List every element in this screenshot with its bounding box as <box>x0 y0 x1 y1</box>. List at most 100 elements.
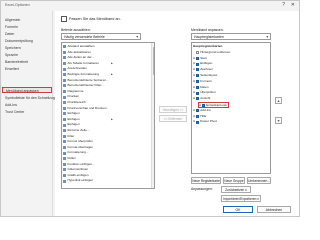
help-button[interactable]: ? <box>282 2 285 8</box>
sidebar-item-allgemein[interactable]: Allgemein <box>5 17 51 23</box>
ok-button[interactable]: OK <box>223 206 253 213</box>
ribbon-tree[interactable]: Hauptregisterkarten Hintergrund entferne… <box>191 42 271 174</box>
remove-button[interactable]: << Entfernen <box>159 115 187 122</box>
command-icon <box>63 123 66 127</box>
command-icon <box>63 56 66 60</box>
sidebar-item-daten[interactable]: Daten <box>5 31 51 37</box>
command-icon <box>63 157 66 161</box>
tree-item[interactable]: ⊞ Zeichnen <box>193 67 213 73</box>
command-icon <box>63 140 66 144</box>
ribbon-dropdown[interactable]: Hauptregisterkarten ▼ <box>191 33 271 40</box>
sidebar-item-formeln[interactable]: Formeln <box>5 24 51 30</box>
command-icon <box>63 45 66 49</box>
list-item[interactable]: Hyperlink einfügen <box>63 178 93 184</box>
checkbox[interactable] <box>196 114 199 118</box>
tree-item[interactable]: ⊞ Daten <box>193 85 208 91</box>
new-group-button[interactable]: Neue Gruppe <box>223 177 245 184</box>
sidebar-item-add-ins[interactable]: Add-Ins <box>5 102 51 108</box>
tree-item[interactable]: ⊞ Power Pivot <box>193 119 217 125</box>
checkbox[interactable] <box>196 62 199 66</box>
tree-item[interactable]: ⊞ Hilfe <box>193 114 206 120</box>
customizations-label: Anpassungen: <box>191 187 213 191</box>
move-down-button[interactable]: ▼ <box>275 117 282 124</box>
checkbox[interactable] <box>196 97 199 101</box>
command-icon <box>63 73 66 77</box>
command-icon <box>63 118 66 122</box>
sidebar-item-dokumentpruefung[interactable]: Dokumentprüfung <box>5 38 51 44</box>
reset-dropdown[interactable]: Zurücksetzen ▾ <box>221 186 251 193</box>
checkbox[interactable] <box>196 56 199 60</box>
command-icon <box>63 168 66 172</box>
tree-item-entwicklertools[interactable]: ⊞ Entwicklertools <box>198 102 229 108</box>
page-title: Passen Sie das Menüband an. <box>69 17 121 21</box>
options-sidebar: Allgemein Formeln Daten Dokumentprüfung … <box>1 11 59 216</box>
add-button[interactable]: Hinzufügen >> <box>159 106 187 113</box>
reset-label: Zurücksetzen <box>225 188 245 192</box>
tree-item[interactable]: ⊞ Seitenlayout <box>193 73 217 79</box>
command-icon <box>63 90 66 94</box>
command-icon <box>63 62 66 66</box>
new-tab-button[interactable]: Neue Registerkarte <box>191 177 221 184</box>
sidebar-item-trust-center[interactable]: Trust Center <box>5 109 51 115</box>
command-icon <box>63 78 66 82</box>
ribbon-label: Menüband anpassen: <box>191 28 224 32</box>
ribbon-icon <box>61 16 67 22</box>
chevron-down-icon: ▼ <box>265 35 269 39</box>
commands-dropdown-value: Häufig verwendete Befehle <box>64 35 105 39</box>
tree-item[interactable]: Hintergrund entfernen <box>193 50 230 56</box>
import-export-label: Importieren/Exportieren <box>223 197 257 201</box>
command-icon <box>63 95 66 99</box>
ribbon-dropdown-value: Hauptregisterkarten <box>194 35 224 39</box>
checkbox[interactable] <box>196 109 199 113</box>
commands-label: Befehle auswählen: <box>61 28 91 32</box>
sidebar-item-barrierefreiheit[interactable]: Barrierefreiheit <box>5 59 51 65</box>
import-export-dropdown[interactable]: Importieren/Exportieren ▾ <box>221 195 261 202</box>
command-icon <box>63 101 66 105</box>
command-icon <box>63 112 66 116</box>
command-icon <box>63 106 66 110</box>
command-icon <box>63 134 66 138</box>
checkbox[interactable] <box>196 51 199 55</box>
sidebar-item-menueband-anpassen[interactable]: Menüband anpassen <box>2 87 52 93</box>
tree-item[interactable]: ⊞ Formeln <box>193 79 212 85</box>
title-bar: Excel-Optionen ? ✕ <box>1 1 299 10</box>
command-icon <box>63 67 66 71</box>
sidebar-item-erweitert[interactable]: Erweitert <box>5 66 51 72</box>
commands-list[interactable]: Abstand auswählen Alle aktualisieren All… <box>61 42 155 189</box>
sidebar-item-schnellzugriff[interactable]: Symbolleiste für den Schnellzugriff <box>5 95 59 101</box>
sidebar-item-sprache[interactable]: Sprache <box>5 52 51 58</box>
sidebar-item-speichern[interactable]: Speichern <box>5 45 51 51</box>
chevron-right-icon: ▶ <box>111 73 113 76</box>
command-icon <box>63 84 66 88</box>
command-icon <box>63 129 66 133</box>
tree-item[interactable]: ⊞ Überprüfen <box>193 90 216 96</box>
checkbox[interactable] <box>196 85 199 89</box>
commands-dropdown[interactable]: Häufig verwendete Befehle ▼ <box>61 33 141 40</box>
checkbox[interactable] <box>196 120 199 124</box>
cancel-button[interactable]: Abbrechen <box>257 206 291 213</box>
rename-button[interactable]: Umbenennen... <box>247 177 271 184</box>
command-icon <box>63 174 66 178</box>
command-icon <box>63 162 66 166</box>
commands-scrollbar[interactable] <box>151 43 154 188</box>
checkbox[interactable] <box>196 74 199 78</box>
move-up-button[interactable]: ▲ <box>275 97 282 104</box>
chevron-down-icon: ▼ <box>135 35 139 39</box>
command-icon <box>63 151 66 155</box>
command-icon <box>63 146 66 150</box>
checkbox[interactable] <box>196 80 199 84</box>
tree-item[interactable]: ⊞ Start <box>193 56 207 62</box>
window-title: Excel-Optionen <box>5 3 30 7</box>
chevron-right-icon: ▶ <box>111 117 113 121</box>
chevron-right-icon: ▶ <box>111 61 113 65</box>
customize-ribbon-panel: Passen Sie das Menüband an. Befehle ausw… <box>55 11 299 216</box>
checkbox[interactable] <box>196 68 199 72</box>
checkbox[interactable] <box>196 91 199 95</box>
tree-header: Hauptregisterkarten <box>193 44 223 48</box>
options-window: Excel-Optionen ? ✕ Allgemein Formeln Dat… <box>0 0 300 217</box>
close-button[interactable]: ✕ <box>291 2 295 8</box>
tree-item[interactable]: ⊞ Einfügen <box>193 61 212 67</box>
tree-item[interactable]: ⊞ Ansicht <box>193 96 210 102</box>
scrollbar-thumb[interactable] <box>152 47 154 75</box>
tree-item[interactable]: ⊞ Add-Ins <box>193 108 211 114</box>
